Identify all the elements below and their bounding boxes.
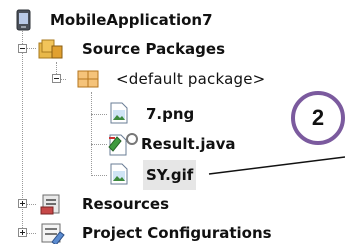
callout-number-badge: 2 bbox=[291, 91, 345, 145]
